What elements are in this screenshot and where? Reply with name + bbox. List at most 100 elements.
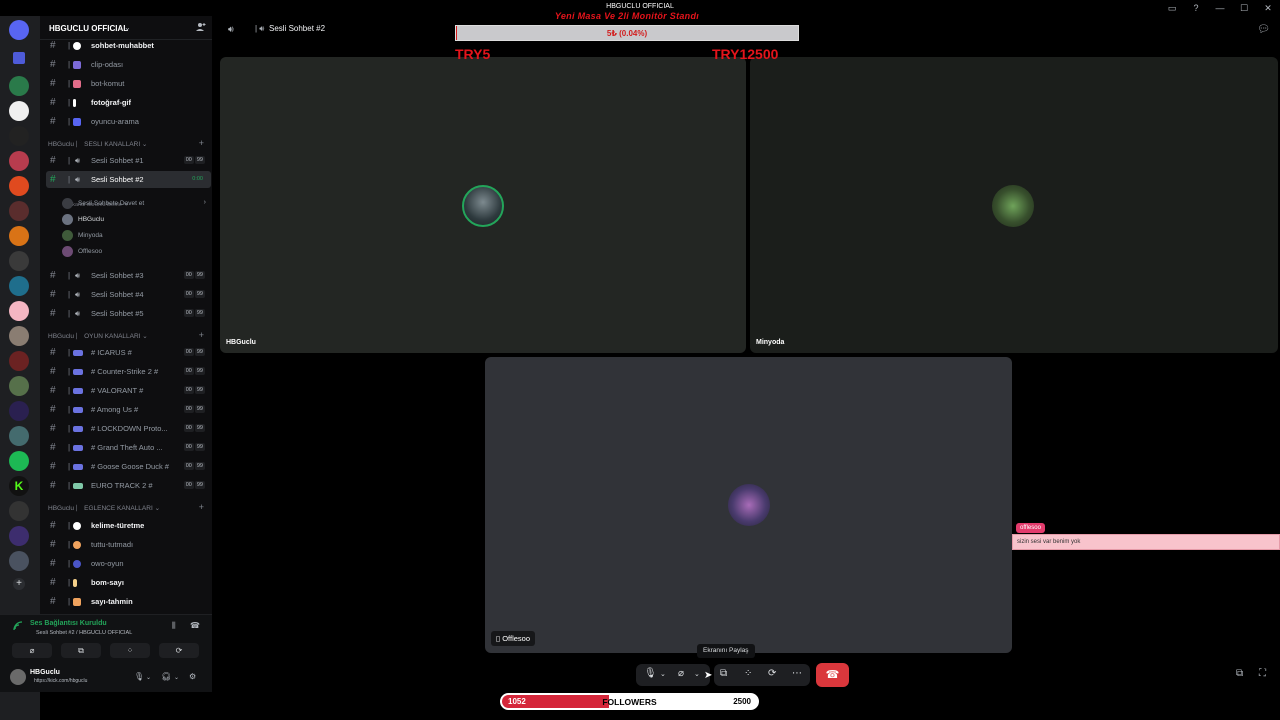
add-server-icon[interactable]: + (13, 578, 25, 590)
popout-icon[interactable]: ⧉ (1236, 668, 1243, 679)
channel-fotograf-gif[interactable]: # | fotoğraf-gif (46, 94, 211, 111)
maximize-button[interactable]: ☐ (1238, 2, 1250, 14)
chevron-down-icon[interactable]: ⌄ (694, 670, 700, 678)
participant-tile-offlesoo[interactable]: ▯ Offlesoo (485, 357, 1012, 653)
channel-sayi-tahmin[interactable]: # | sayı-tahmin (46, 593, 211, 610)
minimize-button[interactable]: — (1214, 2, 1226, 14)
home-icon[interactable] (9, 20, 29, 40)
chevron-down-icon[interactable]: ⌄ (660, 670, 666, 678)
microphone-icon[interactable]: 🎙︎ (644, 668, 657, 679)
game-channel[interactable]: # | # Counter-Strike 2 #00 99 (46, 363, 211, 380)
inbox-icon[interactable]: ▭ (1166, 2, 1178, 14)
server-icon[interactable] (9, 301, 29, 321)
chevron-down-icon[interactable]: ⌄ (146, 674, 151, 681)
more-options-icon[interactable]: ⋯ (792, 668, 802, 679)
server-icon[interactable] (9, 501, 29, 521)
voice-member[interactable]: HBGuclu (62, 212, 212, 227)
add-channel-icon[interactable]: + (199, 138, 204, 148)
disconnect-icon[interactable]: ☎ (190, 621, 200, 630)
participant-tile-hbguclu[interactable]: HBGuclu (220, 57, 746, 353)
camera-off-icon[interactable]: ⌀ (678, 668, 684, 679)
activities-icon[interactable]: ⁘ (744, 668, 752, 679)
voice-channel-3[interactable]: # | 🔊︎ Sesli Sohbet #3 00 99 (46, 267, 211, 284)
server-icon[interactable] (9, 551, 29, 571)
server-icon[interactable] (13, 52, 25, 64)
chevron-down-icon[interactable]: ⌄ (174, 674, 179, 681)
screen-share-button[interactable]: ⧉ (61, 643, 101, 658)
channel-sohbet-muhabbet[interactable]: # | sohbet-muhabbet (46, 37, 211, 54)
channel-tuttu-tutmadi[interactable]: # | tuttu-tutmadı (46, 536, 211, 553)
hash-icon: # (50, 289, 56, 300)
invite-to-voice[interactable]: Sesli Sohbete Davet et › (62, 196, 212, 211)
server-icon[interactable] (9, 426, 29, 446)
server-icon[interactable] (9, 226, 29, 246)
voice-member[interactable]: Offlesoo (62, 244, 212, 259)
disconnect-button[interactable]: ☎ (816, 663, 849, 687)
server-icon[interactable] (9, 451, 29, 471)
camera-button[interactable]: ⌀ (12, 643, 52, 658)
server-icon[interactable] (9, 326, 29, 346)
headphones-icon[interactable]: 🎧︎ (161, 672, 171, 681)
server-icon[interactable] (9, 276, 29, 296)
server-icon[interactable] (9, 401, 29, 421)
username[interactable]: HBGuclu (30, 669, 60, 676)
category-games[interactable]: HBGuclu ⎸ OYUN KANALLARI ⌄ + (48, 330, 208, 342)
game-channel[interactable]: # | # Goose Goose Duck #00 99 (46, 458, 211, 475)
server-icon[interactable] (9, 176, 29, 196)
close-button[interactable]: ✕ (1262, 2, 1274, 14)
server-icon[interactable] (9, 201, 29, 221)
avatar[interactable] (10, 669, 26, 685)
voice-channel-2[interactable]: # | 🔊︎ Sesli Sohbet #2 0:00 (46, 171, 211, 188)
server-icon[interactable] (9, 126, 29, 146)
add-friend-icon[interactable] (196, 22, 206, 32)
game-channel[interactable]: # | # Grand Theft Auto ... 00 99 (46, 439, 211, 456)
voice-channel-5[interactable]: # | 🔊︎ Sesli Sohbet #5 00 99 (46, 305, 211, 322)
participant-name: Minyoda (756, 339, 785, 346)
server-icon[interactable] (9, 151, 29, 171)
emoji-icon (73, 42, 81, 50)
channel-bom-sayi[interactable]: # | bom-sayı (46, 574, 211, 591)
server-icon[interactable] (9, 101, 29, 121)
category-fun[interactable]: HBGuclu ⎸ EGLENCE KANALLARI ⌄ + (48, 502, 208, 514)
soundboard-button[interactable]: ⟳ (159, 643, 199, 658)
soundboard-icon[interactable]: ⟳ (768, 668, 776, 679)
category-voice[interactable]: HBGuclu ⎸ SESLI KANALLARI ⌄ + (48, 138, 208, 150)
server-icon[interactable] (9, 376, 29, 396)
fullscreen-icon[interactable]: ⛶ (1259, 668, 1266, 679)
channel-bot-komut[interactable]: # | bot-komut (46, 75, 211, 92)
voice-channel-4[interactable]: # | 🔊︎ Sesli Sohbet #4 00 99 (46, 286, 211, 303)
game-channel[interactable]: # | # LOCKDOWN Proto... 00 99 (46, 420, 211, 437)
hash-icon: # (50, 347, 56, 358)
participant-tile-minyoda[interactable]: Minyoda (750, 57, 1278, 353)
microphone-icon[interactable]: 🎙︎ (134, 672, 144, 681)
add-channel-icon[interactable]: + (199, 502, 204, 512)
server-icon[interactable] (9, 526, 29, 546)
channel-clip-odasi[interactable]: # | clip-odası (46, 56, 211, 73)
add-channel-icon[interactable]: + (199, 330, 204, 340)
server-icon[interactable] (9, 351, 29, 371)
screen-share-icon[interactable]: ⧉ (720, 668, 727, 679)
channel-kelime-turetme[interactable]: # | kelime-türetme (46, 517, 211, 534)
signal-icon[interactable] (13, 621, 23, 631)
voice-channel-1[interactable]: # | 🔊︎ Sesli Sohbet #1 00 99 (46, 152, 211, 169)
help-icon[interactable]: ? (1190, 2, 1202, 14)
game-channel[interactable]: # | # VALORANT #00 99 (46, 382, 211, 399)
member-name: HBGuclu (78, 216, 105, 223)
chat-icon[interactable]: 💬︎ (1257, 24, 1270, 35)
gamepad-icon (73, 407, 83, 413)
channel-oyuncu-arama[interactable]: # | oyuncu-arama (46, 113, 211, 130)
voice-member[interactable]: Minyoda (62, 228, 212, 243)
game-channel[interactable]: # | # ICARUS #00 99 (46, 344, 211, 361)
game-channel[interactable]: # | EURO TRACK 2 #00 99 (46, 477, 211, 494)
gamepad-icon (73, 426, 83, 432)
channel-owo-oyun[interactable]: # | owo-oyun (46, 555, 211, 572)
server-icon[interactable] (9, 251, 29, 271)
activities-button[interactable]: ⁘ (110, 643, 150, 658)
connection-channel[interactable]: Sesli Sohbet #2 / HBGUCLU OFFICIAL (36, 630, 132, 636)
settings-gear-icon[interactable]: ⚙ (189, 672, 196, 681)
game-channel[interactable]: # | # Among Us #00 99 (46, 401, 211, 418)
avatar (62, 214, 73, 225)
kick-icon[interactable]: K (9, 476, 29, 496)
server-icon[interactable] (9, 76, 29, 96)
noise-suppression-icon[interactable]: ⫼ (172, 621, 176, 631)
